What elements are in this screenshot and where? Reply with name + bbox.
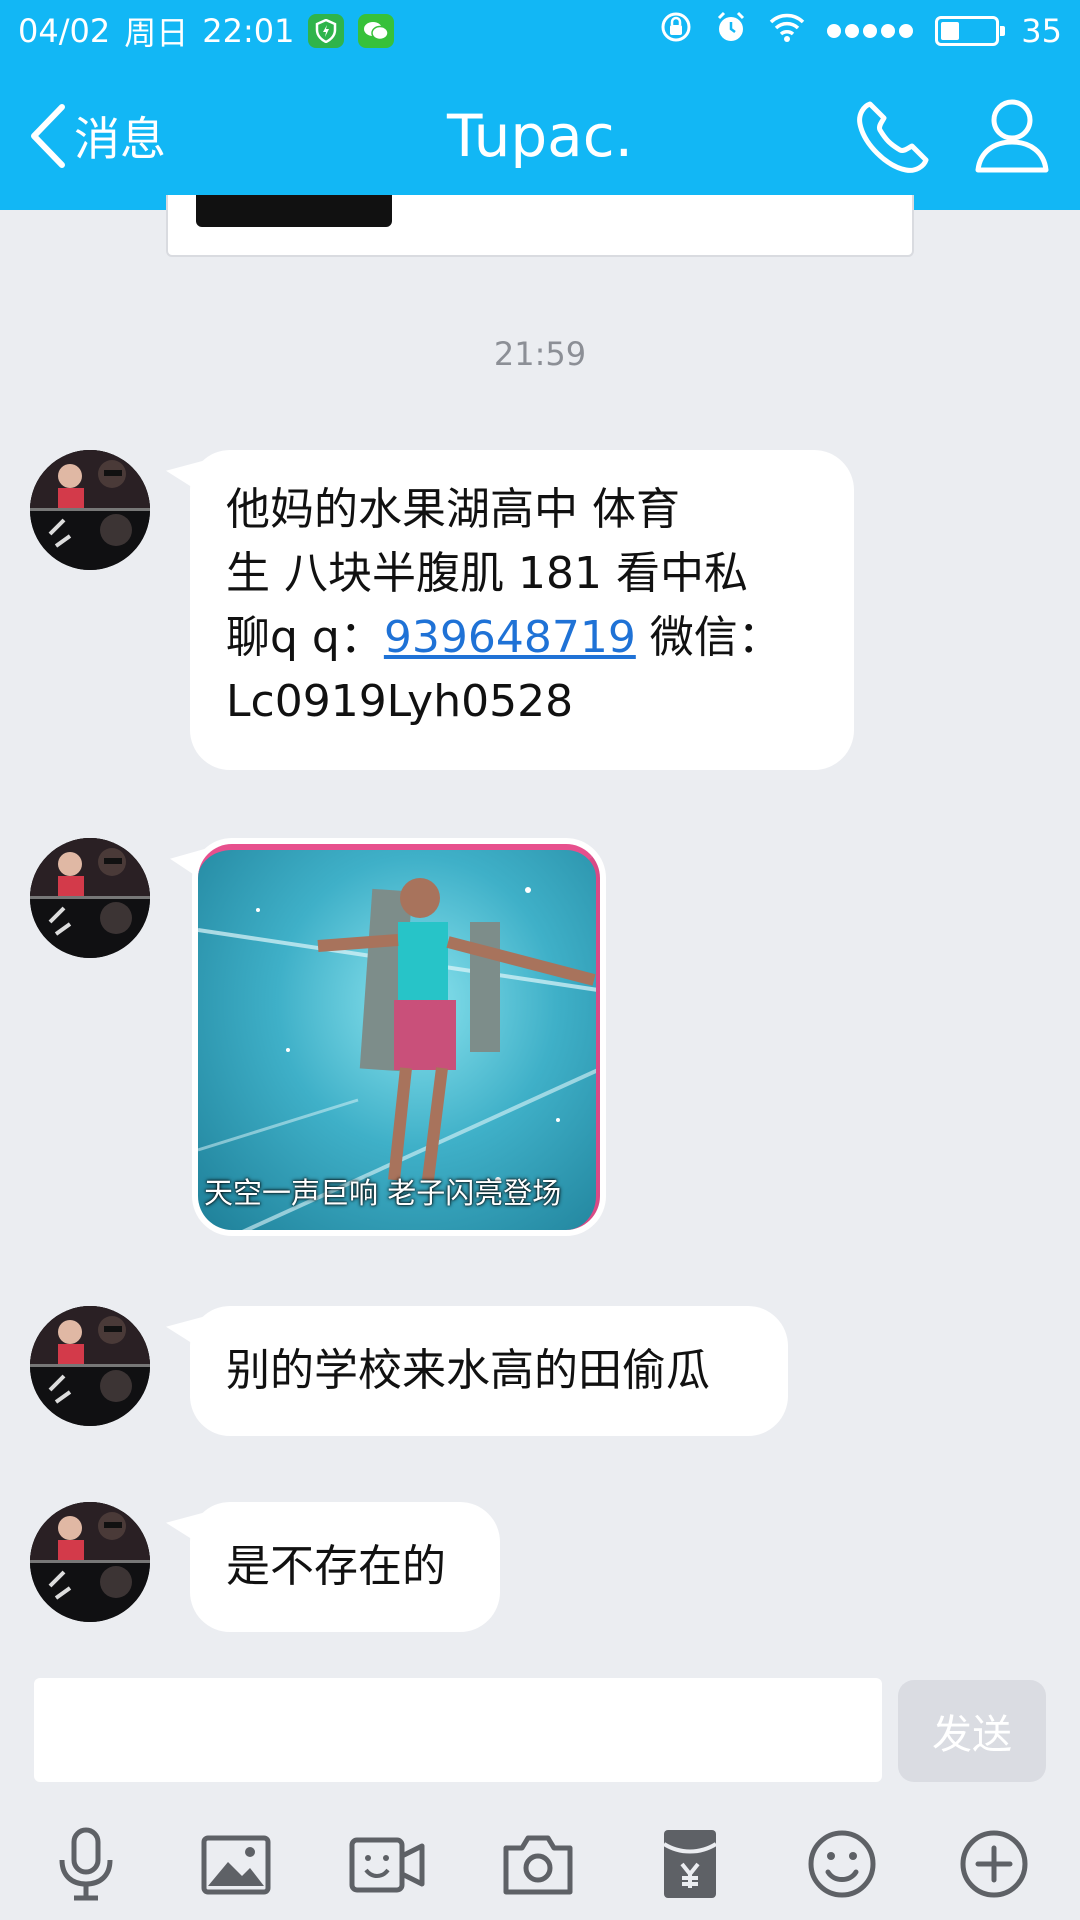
avatar[interactable]: [30, 1502, 150, 1622]
security-shield-icon: [308, 14, 345, 48]
phone-icon: [857, 101, 929, 173]
emoji-button[interactable]: [802, 1824, 882, 1904]
nav-bar: 消息 Tupac.: [0, 62, 1080, 210]
camera-button[interactable]: [498, 1824, 578, 1904]
previous-message-card[interactable]: [166, 195, 914, 257]
message-line: 生 八块半腹肌 181 看中私: [226, 548, 748, 599]
emoji-icon: [808, 1830, 876, 1898]
status-time: 22:01: [202, 12, 295, 50]
qq-number-link[interactable]: 939648719: [384, 612, 636, 663]
chat-timestamp: 21:59: [493, 335, 587, 373]
input-toolbar: [0, 1810, 1080, 1920]
status-weekday: 周日: [124, 14, 189, 52]
status-bar: 04/02 周日 22:01 35: [0, 0, 1080, 62]
microphone-button[interactable]: [46, 1824, 126, 1904]
plus-icon: [960, 1830, 1028, 1898]
profile-button[interactable]: [974, 96, 1050, 176]
image-caption: 天空一声巨响 老子闪亮登场: [204, 1176, 562, 1210]
alarm-icon: [715, 10, 747, 52]
previous-message-thumbnail: [196, 195, 392, 227]
status-date: 04/02: [18, 12, 111, 50]
image-message[interactable]: 天空一声巨响 老子闪亮登场: [192, 838, 606, 1236]
sticker-image: 天空一声巨响 老子闪亮登场: [198, 844, 600, 1230]
battery-icon: [935, 16, 1006, 46]
red-packet-icon: [662, 1830, 718, 1898]
video-call-button[interactable]: [346, 1824, 426, 1904]
battery-percent: 35: [1021, 12, 1062, 50]
message-text: 微信：: [635, 612, 782, 663]
message-line: Lc0919Lyh0528: [226, 676, 574, 727]
signal-strength-icon: [827, 24, 914, 38]
message-input[interactable]: [34, 1678, 882, 1782]
video-icon: [349, 1837, 425, 1893]
message-text: 是不存在的: [226, 1541, 446, 1592]
top-bar: 04/02 周日 22:01 35 消息 Tupac.: [0, 0, 1080, 210]
rotation-lock-icon: [659, 10, 693, 52]
camera-icon: [503, 1835, 573, 1895]
message-line: 聊q q：939648719 微信：: [226, 606, 820, 670]
avatar[interactable]: [30, 450, 150, 570]
phone-call-button[interactable]: [852, 98, 932, 178]
red-packet-button[interactable]: [650, 1824, 730, 1904]
person-icon: [975, 99, 1049, 173]
message-bubble[interactable]: 是不存在的: [190, 1502, 500, 1632]
wifi-icon: [769, 12, 805, 50]
microphone-icon: [59, 1827, 113, 1901]
message-line: 他妈的水果湖高中 体育: [226, 484, 680, 535]
more-options-button[interactable]: [954, 1824, 1034, 1904]
avatar[interactable]: [30, 1306, 150, 1426]
image-icon: [201, 1835, 271, 1895]
message-bubble[interactable]: 他妈的水果湖高中 体育 生 八块半腹肌 181 看中私 聊q q：9396487…: [190, 450, 854, 770]
avatar[interactable]: [30, 838, 150, 958]
image-button[interactable]: [196, 1824, 276, 1904]
send-button[interactable]: 发送: [898, 1680, 1046, 1782]
status-right: 35: [659, 8, 1062, 54]
message-text: 聊q q：: [226, 612, 384, 663]
wechat-icon: [358, 14, 395, 48]
message-bubble[interactable]: 别的学校来水高的田偷瓜: [190, 1306, 788, 1436]
status-left: 04/02 周日 22:01: [18, 8, 395, 54]
message-text: 别的学校来水高的田偷瓜: [226, 1345, 710, 1396]
